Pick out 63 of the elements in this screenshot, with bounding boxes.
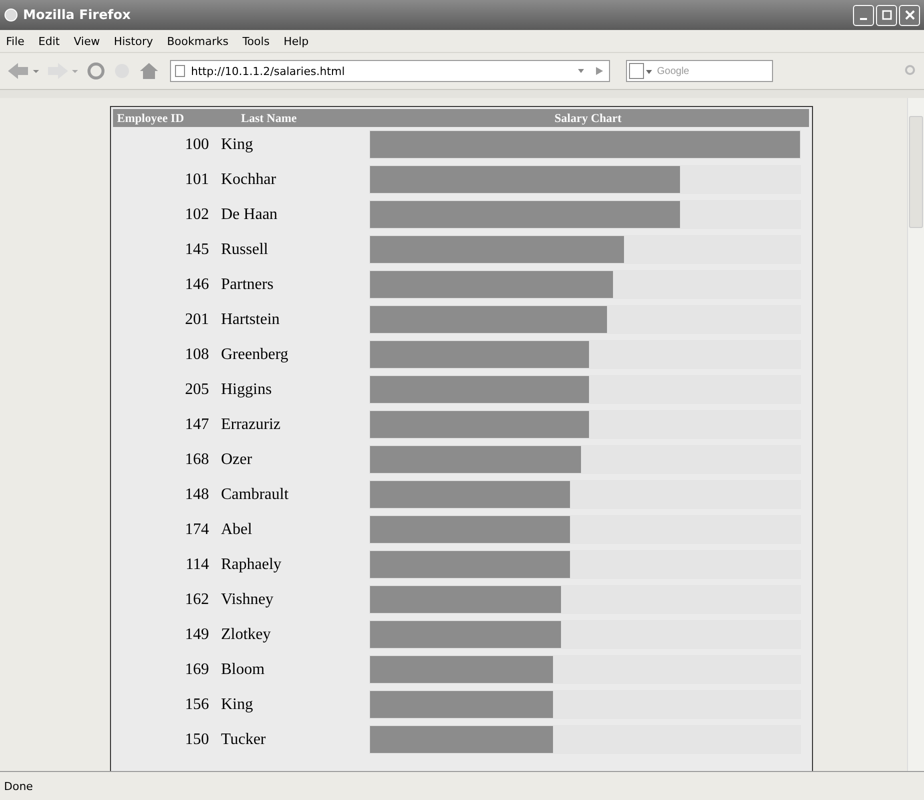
last-name: Vishney: [220, 590, 274, 608]
minimize-button[interactable]: [853, 4, 874, 26]
last-name: Raphaely: [220, 556, 282, 574]
page-icon: [175, 65, 185, 77]
employee-id: 101: [184, 170, 209, 188]
menu-item[interactable]: Help: [284, 34, 309, 48]
menu-item[interactable]: Edit: [38, 34, 60, 48]
status-text: Done: [4, 780, 33, 792]
home-icon: [138, 61, 160, 81]
back-arrow-icon: [6, 61, 40, 81]
go-icon: [593, 64, 605, 78]
last-name: Greenberg: [220, 346, 290, 364]
menu-item[interactable]: Tools: [242, 34, 270, 48]
employee-id: 114: [184, 556, 209, 574]
last-name: Hartstein: [220, 310, 281, 328]
employee-id: 169: [184, 660, 209, 678]
employee-id: 156: [184, 696, 209, 714]
window-title: Mozilla Firefox: [23, 8, 131, 22]
last-name: De Haan: [220, 206, 278, 224]
minimize-icon: [860, 18, 867, 20]
last-name: Ozer: [220, 450, 254, 468]
menu-item[interactable]: View: [74, 34, 100, 48]
employee-id: 149: [184, 626, 209, 644]
last-name: Abel: [220, 520, 254, 538]
employee-id: 148: [184, 486, 209, 504]
last-name: Zlotkey: [220, 626, 272, 644]
last-name: Bloom: [220, 660, 266, 678]
address-field[interactable]: http://10.1.1.2/salaries.html: [170, 60, 610, 82]
close-button[interactable]: [899, 4, 920, 26]
column-header: Employee ID: [116, 110, 185, 126]
last-name: Kochhar: [220, 170, 278, 188]
employee-id: 146: [184, 276, 209, 294]
last-name: King: [220, 696, 254, 714]
employee-id: 174: [184, 520, 209, 538]
employee-id: 102: [184, 206, 209, 224]
forward-arrow-icon: [46, 61, 80, 81]
last-name: Partners: [220, 276, 274, 294]
employee-id: 162: [184, 590, 209, 608]
employee-id: 205: [184, 380, 209, 398]
employee-id: 100: [184, 136, 209, 154]
close-icon: [904, 10, 914, 20]
column-header: Salary Chart: [554, 110, 622, 126]
column-header: Last Name: [240, 110, 298, 126]
last-name: Cambrault: [220, 486, 290, 504]
employee-id: 201: [184, 310, 209, 328]
last-name: Russell: [220, 240, 270, 258]
employee-id: 108: [184, 346, 209, 364]
scroll-bar[interactable]: [907, 98, 924, 771]
menu-item[interactable]: History: [114, 34, 153, 48]
maximize-button[interactable]: [876, 4, 897, 26]
employee-id: 145: [184, 240, 209, 258]
employee-id: 168: [184, 450, 209, 468]
last-name: Tucker: [220, 730, 267, 748]
back-button[interactable]: [6, 61, 40, 81]
last-name: Errazuriz: [220, 416, 282, 434]
maximize-icon: [882, 10, 892, 20]
menu-item[interactable]: Bookmarks: [166, 34, 228, 48]
employee-id: 150: [184, 730, 209, 748]
last-name: King: [220, 136, 254, 154]
employee-id: 147: [184, 416, 209, 434]
home-button[interactable]: [138, 61, 160, 81]
menu-item[interactable]: File: [6, 34, 24, 48]
last-name: Higgins: [220, 380, 273, 398]
